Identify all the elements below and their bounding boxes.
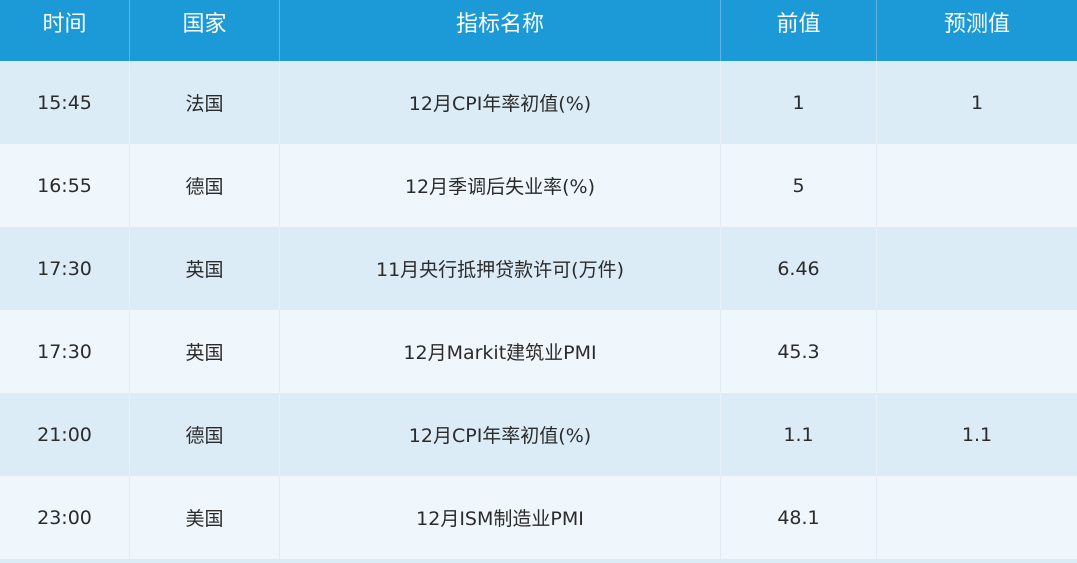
cell-indicator: 11月央行抵押贷款许可(万件) — [280, 227, 721, 310]
cell-previous: 1 — [721, 61, 877, 144]
cell-indicator: 12月CPI年率初值(%) — [280, 61, 721, 144]
table-row: 23:00 美国 12月ISM制造业PMI 48.1 — [0, 476, 1077, 559]
cell-indicator: 12月ISM制造业PMI — [280, 476, 721, 559]
cell-forecast — [877, 227, 1077, 310]
cell-forecast — [877, 144, 1077, 227]
header-indicator: 指标名称 — [280, 0, 721, 61]
cell-time: 23:00 — [0, 476, 130, 559]
cell-country: 英国 — [130, 227, 280, 310]
cell-country: 美国 — [130, 476, 280, 559]
cell-previous: 1.1 — [721, 393, 877, 476]
cell-country: 德国 — [130, 144, 280, 227]
cell-country: 德国 — [130, 393, 280, 476]
table-row: 21:00 德国 12月CPI年率初值(%) 1.1 1.1 — [0, 393, 1077, 476]
cell-forecast: 1.1 — [961, 423, 993, 446]
cell-previous: 48.1 — [721, 476, 877, 559]
table-bottom-edge — [0, 559, 1077, 563]
cell-previous: 5 — [721, 144, 877, 227]
cell-time: 17:30 — [0, 227, 130, 310]
header-previous: 前值 — [721, 0, 877, 61]
table-row: 17:30 英国 11月央行抵押贷款许可(万件) 6.46 — [0, 227, 1077, 310]
cell-previous: 6.46 — [721, 227, 877, 310]
cell-country: 法国 — [130, 61, 280, 144]
economic-calendar-table: 时间 国家 指标名称 前值 预测值 15:45 法国 12月CPI年率初值(%)… — [0, 0, 1077, 563]
cell-indicator: 12月季调后失业率(%) — [280, 144, 721, 227]
cell-time: 17:30 — [0, 310, 130, 393]
cell-time: 21:00 — [0, 393, 130, 476]
table-row: 16:55 德国 12月季调后失业率(%) 5 — [0, 144, 1077, 227]
cell-forecast — [877, 476, 1077, 559]
cell-previous: 45.3 — [721, 310, 877, 393]
cell-country: 英国 — [130, 310, 280, 393]
header-country: 国家 — [130, 0, 280, 61]
cell-forecast: 1 — [970, 91, 984, 114]
cell-indicator: 12月CPI年率初值(%) — [280, 393, 721, 476]
header-time: 时间 — [0, 0, 130, 61]
cell-indicator: 12月Markit建筑业PMI — [280, 310, 721, 393]
cell-forecast — [877, 310, 1077, 393]
cell-time: 16:55 — [0, 144, 130, 227]
table-header: 时间 国家 指标名称 前值 预测值 — [0, 0, 1077, 61]
table-row: 17:30 英国 12月Markit建筑业PMI 45.3 — [0, 310, 1077, 393]
header-forecast: 预测值 — [943, 12, 1010, 37]
cell-time: 15:45 — [0, 61, 130, 144]
table-row: 15:45 法国 12月CPI年率初值(%) 1 1 — [0, 61, 1077, 144]
